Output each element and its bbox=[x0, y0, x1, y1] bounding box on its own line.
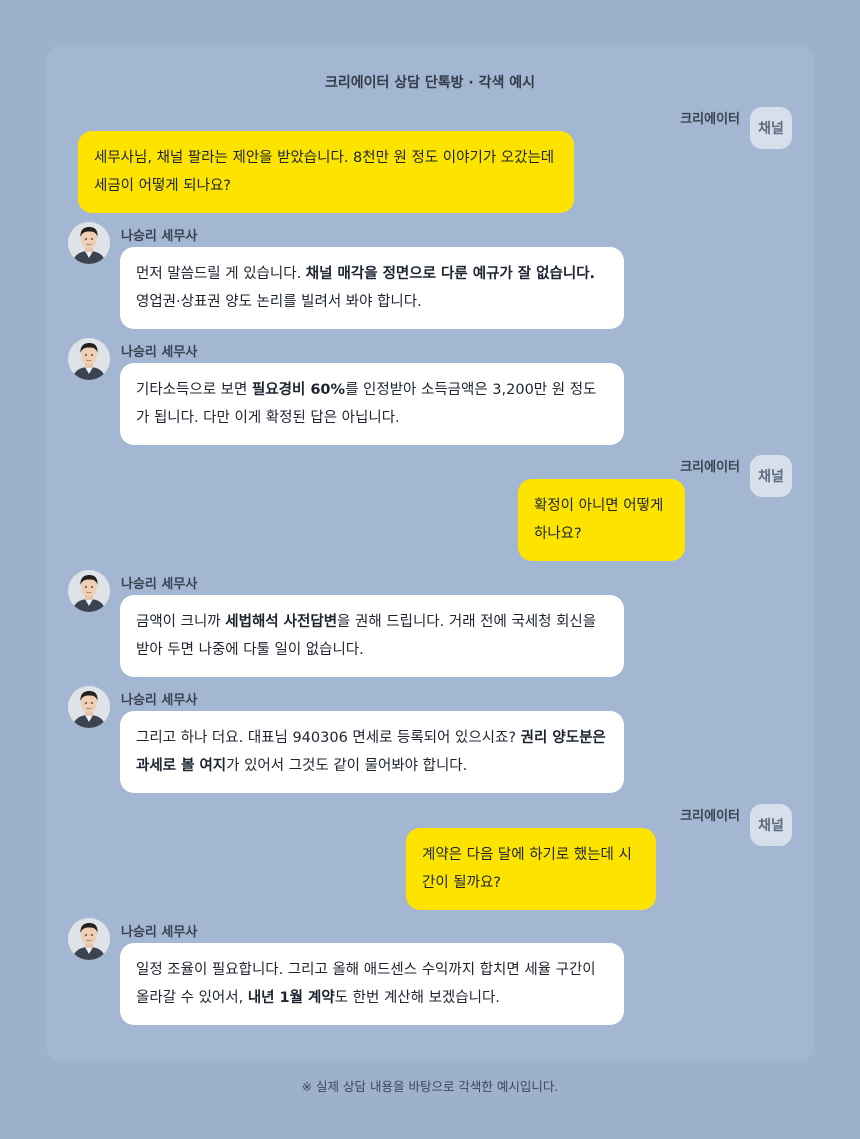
sender-name: 크리에이터 bbox=[680, 460, 740, 475]
advisor-portrait-icon[interactable] bbox=[68, 222, 110, 264]
message-text: 금액이 크니까 bbox=[136, 614, 226, 630]
message-text: 세무사님, 채널 팔라는 제안을 받았습니다. 8천만 원 정도 이야기가 오갔… bbox=[94, 150, 555, 194]
advisor-portrait-icon[interactable] bbox=[68, 570, 110, 612]
advisor-portrait-icon[interactable] bbox=[68, 918, 110, 960]
sender-name: 나승리 세무사 bbox=[121, 229, 198, 244]
message-text: 그리고 하나 더요. 대표님 940306 면세로 등록되어 있으시죠? bbox=[136, 730, 521, 746]
sender-name: 크리에이터 bbox=[680, 809, 740, 824]
footer-note: ※ 실제 상담 내용을 바탕으로 각색한 예시입니다. bbox=[301, 1079, 559, 1094]
advisor-message-bubble: 금액이 크니까 세법해석 사전답변을 권해 드립니다. 거래 전에 국세청 회신… bbox=[120, 595, 624, 677]
sender-name: 나승리 세무사 bbox=[121, 925, 198, 940]
creator-message-bubble: 세무사님, 채널 팔라는 제안을 받았습니다. 8천만 원 정도 이야기가 오갔… bbox=[78, 131, 574, 213]
message-text: 확정이 아니면 어떻게 하나요? bbox=[534, 498, 664, 542]
advisor-message-bubble: 먼저 말씀드릴 게 있습니다. 채널 매각을 정면으로 다룬 예규가 잘 없습니… bbox=[120, 247, 624, 329]
message-text: 기타소득으로 보면 bbox=[136, 382, 252, 398]
message-emphasis: 필요경비 60% bbox=[251, 382, 346, 398]
channel-avatar[interactable]: 채널 bbox=[750, 455, 792, 497]
advisor-message-bubble: 기타소득으로 보면 필요경비 60%를 인정받아 소득금액은 3,200만 원 … bbox=[120, 363, 624, 445]
creator-message-bubble: 계약은 다음 달에 하기로 했는데 시간이 될까요? bbox=[406, 828, 656, 910]
sender-name: 크리에이터 bbox=[680, 112, 740, 127]
message-emphasis: 세법해석 사전답변 bbox=[225, 614, 338, 630]
message-text: 영업권·상표권 양도 논리를 빌려서 봐야 합니다. bbox=[136, 294, 422, 310]
message-emphasis: 채널 매각을 정면으로 다룬 예규가 잘 없습니다. bbox=[305, 266, 596, 282]
channel-avatar[interactable]: 채널 bbox=[750, 804, 792, 846]
message-emphasis: 내년 1월 계약 bbox=[247, 990, 335, 1006]
message-text: 계약은 다음 달에 하기로 했는데 시간이 될까요? bbox=[422, 847, 632, 891]
advisor-message-bubble: 그리고 하나 더요. 대표님 940306 면세로 등록되어 있으시죠? 권리 … bbox=[120, 711, 624, 793]
sender-name: 나승리 세무사 bbox=[121, 345, 198, 360]
chat-title: 크리에이터 상담 단톡방 · 각색 예시 bbox=[324, 75, 535, 91]
sender-name: 나승리 세무사 bbox=[121, 693, 198, 708]
advisor-message-bubble: 일정 조율이 필요합니다. 그리고 올해 애드센스 수익까지 합치면 세율 구간… bbox=[120, 943, 624, 1025]
advisor-portrait-icon[interactable] bbox=[68, 686, 110, 728]
advisor-portrait-icon[interactable] bbox=[68, 338, 110, 380]
message-text: 도 한번 계산해 보겠습니다. bbox=[334, 990, 500, 1006]
message-text: 먼저 말씀드릴 게 있습니다. bbox=[136, 266, 306, 282]
channel-avatar[interactable]: 채널 bbox=[750, 107, 792, 149]
sender-name: 나승리 세무사 bbox=[121, 577, 198, 592]
message-text: 가 있어서 그것도 같이 물어봐야 합니다. bbox=[226, 758, 468, 774]
creator-message-bubble: 확정이 아니면 어떻게 하나요? bbox=[518, 479, 685, 561]
